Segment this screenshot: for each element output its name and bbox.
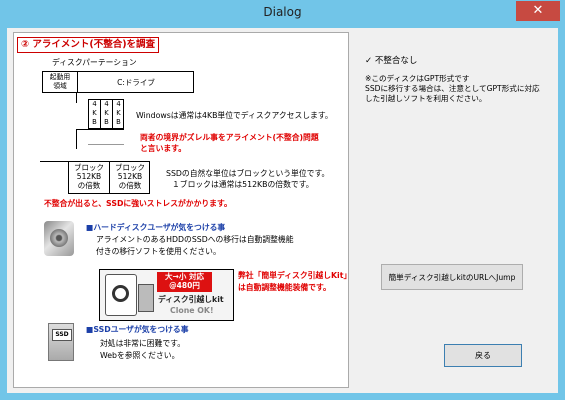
product-note-line2: は自動調整機能装備です。: [238, 283, 331, 292]
block-row: ブロック 512KB の倍数 ブロック 512KB の倍数: [68, 161, 150, 194]
mismatch-note-line2: と言います。: [140, 144, 187, 153]
block-cell: ブロック 512KB の倍数: [74, 163, 104, 190]
alignment-info-panel: ② アライメント(不整合)を調査 ディスクパーテーション 起動用 領域 C:ドラ…: [13, 32, 349, 388]
product-badge-line1: 大→小 対応: [165, 272, 204, 281]
title-bar[interactable]: Dialog ✕: [0, 0, 565, 28]
ssd-icon-label: SSD: [52, 329, 72, 341]
window-title: Dialog: [263, 5, 302, 19]
windows-note: Windowsは通常は4KB単位でディスクアクセスします。: [136, 111, 333, 120]
ssd-user-line1: 対処は非常に困難です。: [100, 339, 185, 348]
status-result-row: ✓ 不整合なし: [365, 56, 417, 67]
status-note-line1: ※このディスクはGPT形式です: [365, 74, 470, 83]
ssd-note-line1: SSDの自然な単位はブロックという単位です。: [166, 169, 330, 178]
kb-cell: 4 K B: [92, 100, 97, 126]
disk-kit-ssd-icon: [138, 284, 154, 312]
kb-cell: 4 K B: [116, 100, 121, 126]
hdd-icon: [44, 221, 74, 256]
partition-bar: 起動用 領域 C:ドライブ: [42, 71, 194, 93]
hdd-user-line1: アライメントのあるHDDのSSDへの移行は自動調整機能: [96, 235, 294, 244]
dialog-client-area: ② アライメント(不整合)を調査 ディスクパーテーション 起動用 領域 C:ドラ…: [7, 28, 558, 393]
product-badge-line2: @480円: [169, 281, 200, 290]
panel-heading: ② アライメント(不整合)を調査: [17, 37, 160, 53]
product-note-line1: 弊社「簡単ディスク引越しKit」: [238, 271, 349, 280]
kb-cell: 4 K B: [104, 100, 109, 126]
jump-url-button[interactable]: 簡単ディスク引越しkitのURLへJump: [381, 264, 523, 290]
kb-cell-group: 4 K B 4 K B 4 K B: [88, 99, 124, 129]
product-banner[interactable]: 大→小 対応 @480円 ディスク引越しkit Clone OK!: [99, 269, 234, 321]
block-cell: ブロック 512KB の倍数: [115, 163, 145, 190]
status-note-line2: SSDに移行する場合は、注意としてGPT形式に対応: [365, 84, 540, 93]
ssd-icon: SSD: [48, 323, 74, 361]
ssd-user-line2: Webを参照ください。: [100, 351, 180, 360]
status-result: 不整合なし: [374, 56, 418, 66]
hdd-user-line2: 付きの移行ソフトを使用ください。: [96, 247, 221, 256]
ssd-note-line2: １ブロックは通常は512KBの倍数です。: [172, 180, 314, 189]
check-icon: ✓: [365, 56, 373, 66]
product-name: ディスク引越しkit: [158, 295, 224, 304]
boot-area-label: 起動用 領域: [49, 73, 71, 90]
dialog-window: Dialog ✕ ② アライメント(不整合)を調査 ディスクパーテーション 起動…: [0, 0, 565, 400]
product-price-badge: 大→小 対応 @480円: [157, 272, 212, 292]
stress-note: 不整合が出ると、SSDに強いストレスがかかります。: [44, 199, 232, 208]
disk-kit-hdd-icon: [105, 274, 137, 316]
back-button[interactable]: 戻る: [444, 344, 522, 367]
ssd-user-heading: ■SSDユーザが気をつける事: [86, 325, 189, 334]
mismatch-note-line1: 両者の境界がズレル事をアライメント(不整合)問題: [140, 133, 319, 142]
hdd-user-heading: ■ハードディスクユーザが気をつける事: [86, 223, 226, 232]
close-button[interactable]: ✕: [516, 1, 560, 21]
product-tagline: Clone OK!: [170, 306, 214, 315]
disk-partition-label: ディスクパーテーション: [52, 58, 137, 67]
c-drive-label: C:ドライブ: [117, 78, 155, 87]
status-note-line3: した引越しソフトを利用ください。: [365, 94, 487, 103]
